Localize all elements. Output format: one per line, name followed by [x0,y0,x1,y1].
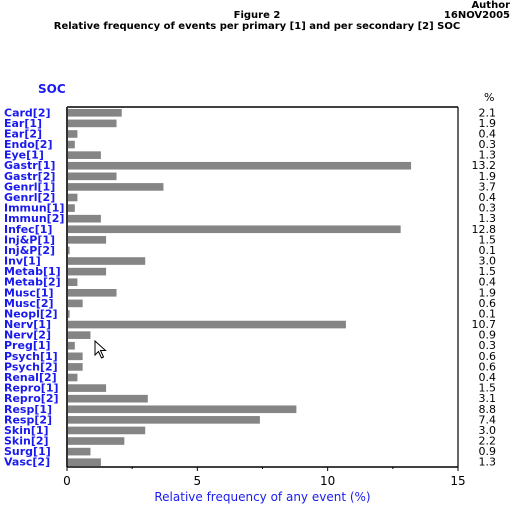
bar-nerv-1- [68,320,346,329]
category-label: Vasc[2] [4,456,50,469]
bar-skin-1- [68,426,146,435]
bar-genrl-2- [68,193,78,202]
value-labels-group: 2.11.90.40.31.313.21.93.70.40.31.312.81.… [472,106,497,468]
bar-inv-1- [68,257,146,265]
bar-preg-1- [68,341,75,350]
bar-repro-2- [68,394,148,403]
bar-renal-2- [68,373,78,382]
bar-ear-2- [68,130,78,138]
bar-card-2- [68,108,122,117]
bar-musc-2- [68,299,83,308]
bar-ear-1- [68,119,117,128]
x-axis-title: Relative frequency of any event (%) [154,490,370,504]
bar-genrl-1- [68,183,164,191]
bar-immun-2- [68,214,101,223]
bar-nerv-2- [68,331,91,339]
bar-psych-2- [68,363,83,371]
x-tick-label: 5 [194,474,202,488]
bar-musc-1- [68,288,117,297]
bar-psych-1- [68,352,83,361]
bar-inj-p-2- [68,246,70,255]
x-tick-label: 15 [450,474,465,488]
bar-chart: Card[2]Ear[1]Ear[2]Endo[2]Eye[1]Gastr[1]… [4,106,497,504]
value-label: 1.3 [479,456,497,469]
bar-vasc-2- [68,458,101,467]
bar-surg-1- [68,447,91,456]
bar-gastr-1- [68,161,412,170]
bar-gastr-2- [68,172,117,181]
bar-infec-1- [68,225,401,234]
bar-eye-1- [68,151,101,159]
bar-immun-1- [68,204,75,212]
bar-neopl-2- [68,310,70,318]
bar-resp-1- [68,405,297,414]
bars-group [68,108,412,467]
bar-resp-2- [68,416,260,424]
category-labels-group: Card[2]Ear[1]Ear[2]Endo[2]Eye[1]Gastr[1]… [4,106,64,468]
x-tick-label: 0 [63,474,71,488]
bar-metab-1- [68,267,107,276]
bar-skin-2- [68,437,125,445]
bar-endo-2- [68,140,75,149]
x-tick-label: 10 [320,474,335,488]
bar-inj-p-1- [68,236,107,244]
bar-repro-1- [68,384,107,392]
bar-metab-2- [68,278,78,287]
